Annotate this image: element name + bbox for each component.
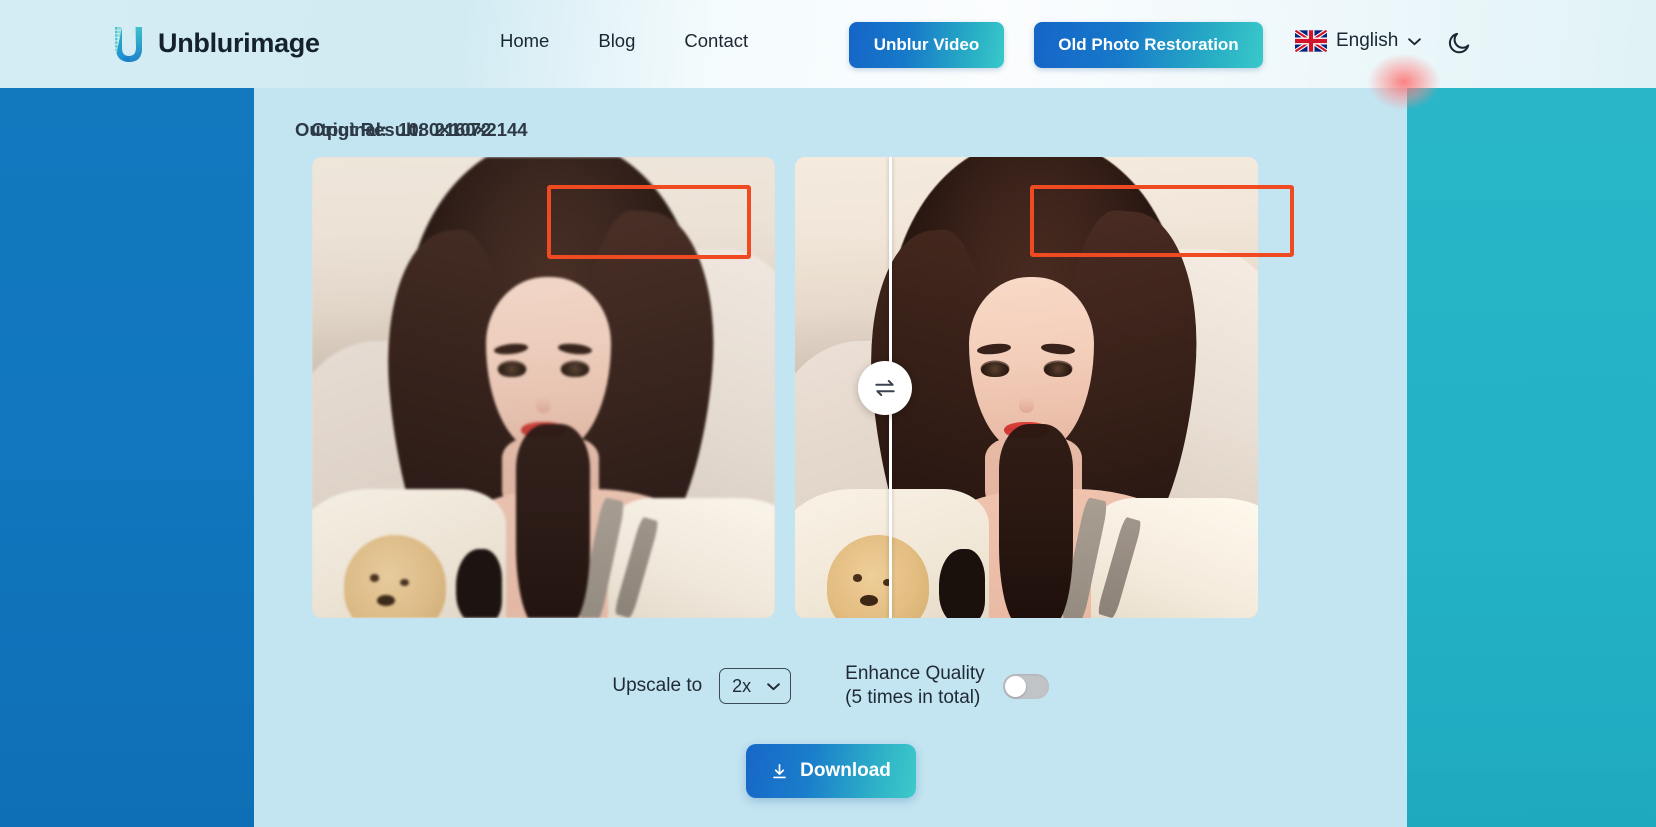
site-header: Unblurimage Home Blog Contact Unblur Vid… bbox=[0, 0, 1656, 110]
moon-icon bbox=[1448, 32, 1470, 54]
language-label: English bbox=[1336, 30, 1399, 51]
enhance-quality-title: Enhance Quality bbox=[845, 663, 985, 685]
enhance-quality-subtitle: (5 times in total) bbox=[845, 687, 981, 708]
header-cta-group: Unblur Video Old Photo Restoration bbox=[849, 22, 1263, 68]
u-logo-icon bbox=[115, 27, 142, 62]
download-button[interactable]: Download bbox=[745, 744, 916, 798]
page-root: Unblurimage Home Blog Contact Unblur Vid… bbox=[0, 0, 1656, 827]
swap-horizontal-icon bbox=[875, 379, 895, 396]
original-image-frame bbox=[312, 157, 775, 618]
nav-item-home[interactable]: Home bbox=[500, 30, 549, 52]
chevron-down-icon bbox=[767, 682, 781, 690]
output-label-group: Output Result: 2160×2144 bbox=[295, 119, 528, 141]
output-dimensions: 2160×2144 bbox=[434, 119, 528, 140]
comparison-slider-handle[interactable] bbox=[858, 360, 912, 415]
nav-item-contact[interactable]: Contact bbox=[684, 30, 748, 52]
output-image-frame[interactable] bbox=[795, 157, 1258, 618]
chevron-down-icon bbox=[1408, 37, 1422, 45]
download-button-label: Download bbox=[800, 760, 891, 781]
left-color-band bbox=[0, 88, 254, 827]
upscale-label: Upscale to bbox=[612, 675, 703, 696]
upscale-select[interactable]: 2x bbox=[719, 668, 792, 704]
brand-name: Unblurimage bbox=[158, 27, 320, 58]
enhance-quality-toggle[interactable] bbox=[1002, 673, 1049, 699]
download-icon bbox=[773, 763, 786, 778]
language-selector[interactable]: English bbox=[1295, 30, 1422, 52]
theme-toggle-button[interactable] bbox=[1444, 28, 1474, 58]
nav-item-blog[interactable]: Blog bbox=[598, 30, 635, 52]
original-image bbox=[312, 157, 775, 618]
upscale-controls: Upscale to 2x Enhance Quality (5 times i… bbox=[254, 655, 1407, 717]
brand-logo-link[interactable]: Unblurimage bbox=[110, 21, 320, 65]
download-section: Download bbox=[254, 744, 1407, 798]
enhance-quality-label: Enhance Quality (5 times in total) bbox=[845, 662, 984, 710]
upscale-select-value: 2x bbox=[732, 675, 752, 696]
unblur-video-button[interactable]: Unblur Video bbox=[849, 22, 1004, 68]
output-label: Output Result: bbox=[295, 119, 424, 140]
toggle-knob bbox=[1004, 675, 1026, 697]
old-photo-restoration-button[interactable]: Old Photo Restoration bbox=[1034, 22, 1263, 68]
primary-nav: Home Blog Contact bbox=[500, 30, 748, 52]
comparison-section: Original: 1080×1072 Output Result: 2160×21… bbox=[254, 88, 1407, 648]
right-color-band bbox=[1407, 88, 1656, 827]
uk-flag-icon bbox=[1295, 30, 1327, 52]
